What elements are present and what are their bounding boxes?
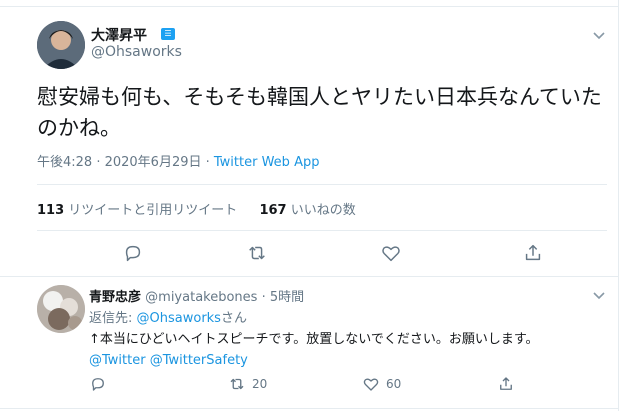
divider xyxy=(37,184,607,185)
avatar[interactable] xyxy=(37,21,85,69)
reply-like-action[interactable]: 60 xyxy=(362,375,401,393)
divider xyxy=(0,276,619,277)
likes-count: 167 xyxy=(259,203,287,218)
reply-mentions[interactable]: @Twitter @TwitterSafety xyxy=(89,350,599,371)
chevron-down-icon[interactable] xyxy=(589,25,609,45)
share-icon xyxy=(500,377,512,390)
reply-to-suffix: さん xyxy=(220,311,247,326)
retweet-icon xyxy=(230,378,244,390)
retweets-label: リツイートと引用リツイート xyxy=(68,203,238,218)
tweet-text: 慰安婦も何も、そもそも韓国人とヤリたい日本兵なんていたのかね。 xyxy=(37,85,602,140)
reply-to-line: 返信先: @Ohsaworksさん xyxy=(89,307,247,326)
like-icon xyxy=(363,378,379,391)
reply-author-name[interactable]: 青野忠彦 xyxy=(89,290,141,305)
tweet-stats: 113 リツイートと引用リツイート 167 いいねの数 xyxy=(37,199,356,218)
divider xyxy=(37,230,607,231)
likes-stat[interactable]: 167 いいねの数 xyxy=(259,203,355,218)
reply-avatar[interactable] xyxy=(37,285,85,333)
tweet-app-link[interactable]: Twitter Web App xyxy=(214,155,320,170)
reply-text: ↑本当にひどいヘイトスピーチです。放置しないでください。お願いします。 xyxy=(89,332,539,347)
tweet-meta: 午後4:28 · 2020年6月29日 · Twitter Web App xyxy=(37,151,319,170)
divider xyxy=(0,408,619,409)
retweets-stat[interactable]: 113 リツイートと引用リツイート xyxy=(37,203,237,218)
tweet-time[interactable]: 午後4:28 · 2020年6月29日 · xyxy=(37,155,214,170)
retweet-icon[interactable] xyxy=(246,242,268,264)
reply-like-count: 60 xyxy=(386,377,402,391)
reply-text-block: ↑本当にひどいヘイトスピーチです。放置しないでください。お願いします。 @Twi… xyxy=(89,329,599,371)
chevron-down-icon[interactable] xyxy=(589,285,609,305)
reply-retweet-count: 20 xyxy=(252,377,268,391)
reply-to-prefix: 返信先: xyxy=(89,311,137,326)
like-icon[interactable] xyxy=(380,242,402,264)
author-name[interactable]: 大澤昇平 xyxy=(91,25,147,45)
reply-reply-action[interactable] xyxy=(89,375,107,393)
tweet-panel: 大澤昇平 ☰ @Ohsaworks 慰安婦も何も、そもそも韓国人とヤリたい日本兵… xyxy=(0,0,619,411)
verified-badge-icon: ☰ xyxy=(161,28,175,40)
likes-label: いいねの数 xyxy=(290,203,356,218)
reply-to-mention[interactable]: @Ohsaworks xyxy=(137,311,221,326)
share-icon[interactable] xyxy=(522,242,544,264)
retweets-count: 113 xyxy=(37,203,65,218)
reply-icon xyxy=(92,378,104,391)
reply-share-action[interactable] xyxy=(497,375,515,393)
reply-retweet-action[interactable]: 20 xyxy=(228,375,267,393)
reply-author-handle[interactable]: @miyatakebones · 5時間 xyxy=(145,290,304,305)
reply-icon[interactable] xyxy=(122,242,144,264)
reply-header: 青野忠彦 @miyatakebones · 5時間 xyxy=(89,286,304,305)
top-border xyxy=(0,0,619,7)
author-handle[interactable]: @Ohsaworks xyxy=(91,44,182,60)
